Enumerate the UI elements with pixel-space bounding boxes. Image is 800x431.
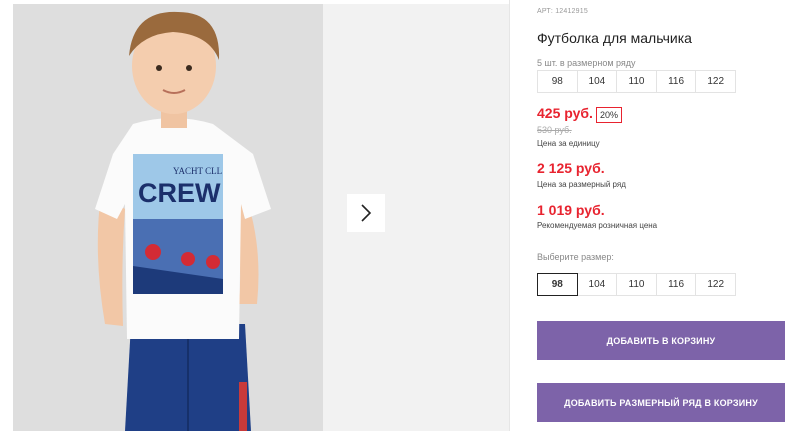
- unit-price: 425 руб.: [537, 105, 593, 121]
- add-pack-to-cart-button[interactable]: ДОБАВИТЬ РАЗМЕРНЫЙ РЯД В КОРЗИНУ: [537, 383, 785, 422]
- size-option-98[interactable]: 98: [537, 273, 578, 296]
- size-option-104[interactable]: 104: [576, 273, 618, 296]
- pack-price: 2 125 руб.: [537, 160, 605, 176]
- pack-size-116: 116: [655, 70, 697, 93]
- pack-size-98: 98: [537, 70, 578, 93]
- size-option-110[interactable]: 110: [616, 273, 657, 296]
- pack-price-caption: Цена за размерный ряд: [537, 180, 626, 189]
- old-price: 530 руб.: [537, 125, 572, 135]
- discount-badge: 20%: [596, 107, 623, 123]
- unit-price-caption: Цена за единицу: [537, 139, 600, 148]
- size-selector: 98 104 110 116 122: [537, 273, 736, 296]
- pack-size-label: 5 шт. в размерном ряду: [537, 58, 636, 68]
- retail-price: 1 019 руб.: [537, 202, 605, 218]
- article-number: АРТ: 12412915: [537, 8, 588, 15]
- choose-size-label: Выберите размер:: [537, 252, 614, 262]
- size-option-116[interactable]: 116: [655, 273, 697, 296]
- chevron-right-icon: [361, 204, 372, 222]
- add-to-cart-button[interactable]: ДОБАВИТЬ В КОРЗИНУ: [537, 321, 785, 360]
- boy-in-tshirt-image: CREW YACHT CLL: [13, 4, 323, 431]
- shirt-print-subtext: YACHT CLL: [173, 166, 222, 176]
- size-option-122[interactable]: 122: [695, 273, 736, 296]
- pack-size-122: 122: [695, 70, 736, 93]
- shirt-print-text: CREW: [138, 178, 221, 208]
- pack-size-row: 98 104 110 116 122: [537, 70, 736, 93]
- product-title: Футболка для мальчика: [537, 30, 692, 46]
- product-photo[interactable]: CREW YACHT CLL: [13, 4, 323, 431]
- pack-size-104: 104: [576, 70, 618, 93]
- gallery-divider: [509, 0, 510, 431]
- next-image-button[interactable]: [347, 194, 385, 232]
- product-gallery: CREW YACHT CLL: [13, 4, 509, 431]
- retail-price-caption: Рекомендуемая розничная цена: [537, 221, 658, 230]
- pack-size-110: 110: [616, 70, 657, 93]
